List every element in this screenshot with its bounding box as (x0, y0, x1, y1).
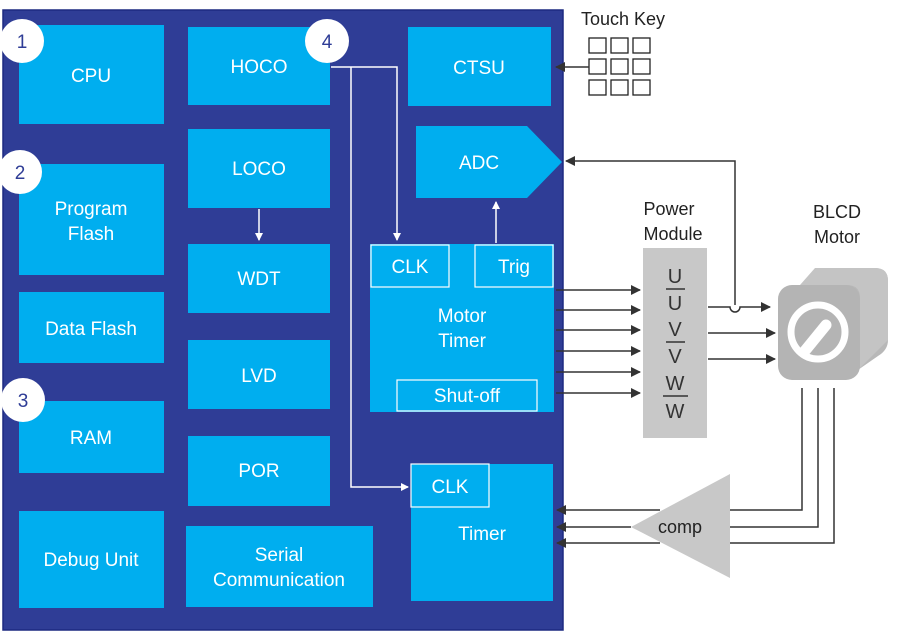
comparator-label: comp (658, 517, 702, 537)
phase-u-bar: U (668, 293, 682, 315)
badge-1: 1 (0, 19, 44, 63)
por-block: POR (188, 436, 330, 506)
lvd-label: LVD (241, 366, 277, 387)
badge-3-label: 3 (18, 391, 29, 412)
phase-v-bar: V (668, 346, 682, 368)
serial-communication-label-line2: Communication (213, 570, 345, 591)
data-flash-block: Data Flash (19, 292, 164, 363)
program-flash-label-line2: Flash (68, 224, 114, 245)
comparator: comp (631, 474, 730, 578)
badge-1-label: 1 (17, 32, 28, 53)
power-module: U U V V W W (643, 248, 707, 438)
debug-unit-label: Debug Unit (43, 550, 139, 571)
serial-communication-block: Serial Communication (186, 526, 373, 607)
serial-communication-label-line1: Serial (255, 545, 304, 566)
phase-u: U (668, 266, 682, 288)
motor-timer-label-line1: Motor (438, 306, 487, 327)
blcd-motor-icon (778, 268, 888, 380)
program-flash-label-line1: Program (55, 199, 128, 220)
phase-w-bar: W (666, 401, 685, 423)
badge-4: 4 (305, 19, 349, 63)
shutoff-label: Shut-off (434, 386, 501, 407)
ctsu-block: CTSU (408, 27, 551, 106)
pwm-lines (556, 285, 641, 398)
power-module-label-line1: Power (643, 199, 694, 219)
motor-label-line1: BLCD (813, 202, 861, 222)
ctsu-label: CTSU (453, 58, 505, 79)
data-flash-label: Data Flash (45, 319, 137, 340)
badge-2: 2 (0, 150, 42, 194)
ram-label: RAM (70, 428, 112, 449)
touch-key-label: Touch Key (581, 9, 665, 29)
timer-label: Timer (458, 524, 507, 545)
cpu-label: CPU (71, 66, 111, 87)
badge-2-label: 2 (15, 163, 26, 184)
program-flash-block: Program Flash (19, 164, 164, 275)
wdt-block: WDT (188, 244, 330, 313)
por-label: POR (238, 461, 279, 482)
debug-unit-block: Debug Unit (19, 511, 164, 608)
loco-block: LOCO (188, 129, 330, 208)
motor-timer-label-line2: Timer (438, 331, 487, 352)
block-diagram: CPU Program Flash Data Flash RAM Debug U… (0, 9, 888, 631)
motor-drive-lines (708, 302, 776, 364)
timer-block: CLK Timer (410, 463, 553, 601)
phase-v: V (668, 319, 682, 341)
phase-w: W (666, 373, 685, 395)
loco-label: LOCO (232, 159, 286, 180)
power-module-label-line2: Module (643, 224, 702, 244)
hoco-label: HOCO (231, 57, 288, 78)
motor-timer-block: CLK Trig Motor Timer Shut-off (370, 244, 554, 412)
motor-label-line2: Motor (814, 227, 860, 247)
motor-timer-trig-label: Trig (498, 257, 530, 278)
motor-timer-clk-label: CLK (392, 257, 429, 278)
adc-label: ADC (459, 153, 499, 174)
wdt-label: WDT (237, 269, 281, 290)
touch-key-grid (588, 37, 651, 96)
badge-3: 3 (1, 378, 45, 422)
timer-clk-label: CLK (432, 477, 469, 498)
badge-4-label: 4 (322, 32, 333, 53)
lvd-block: LVD (188, 340, 330, 409)
